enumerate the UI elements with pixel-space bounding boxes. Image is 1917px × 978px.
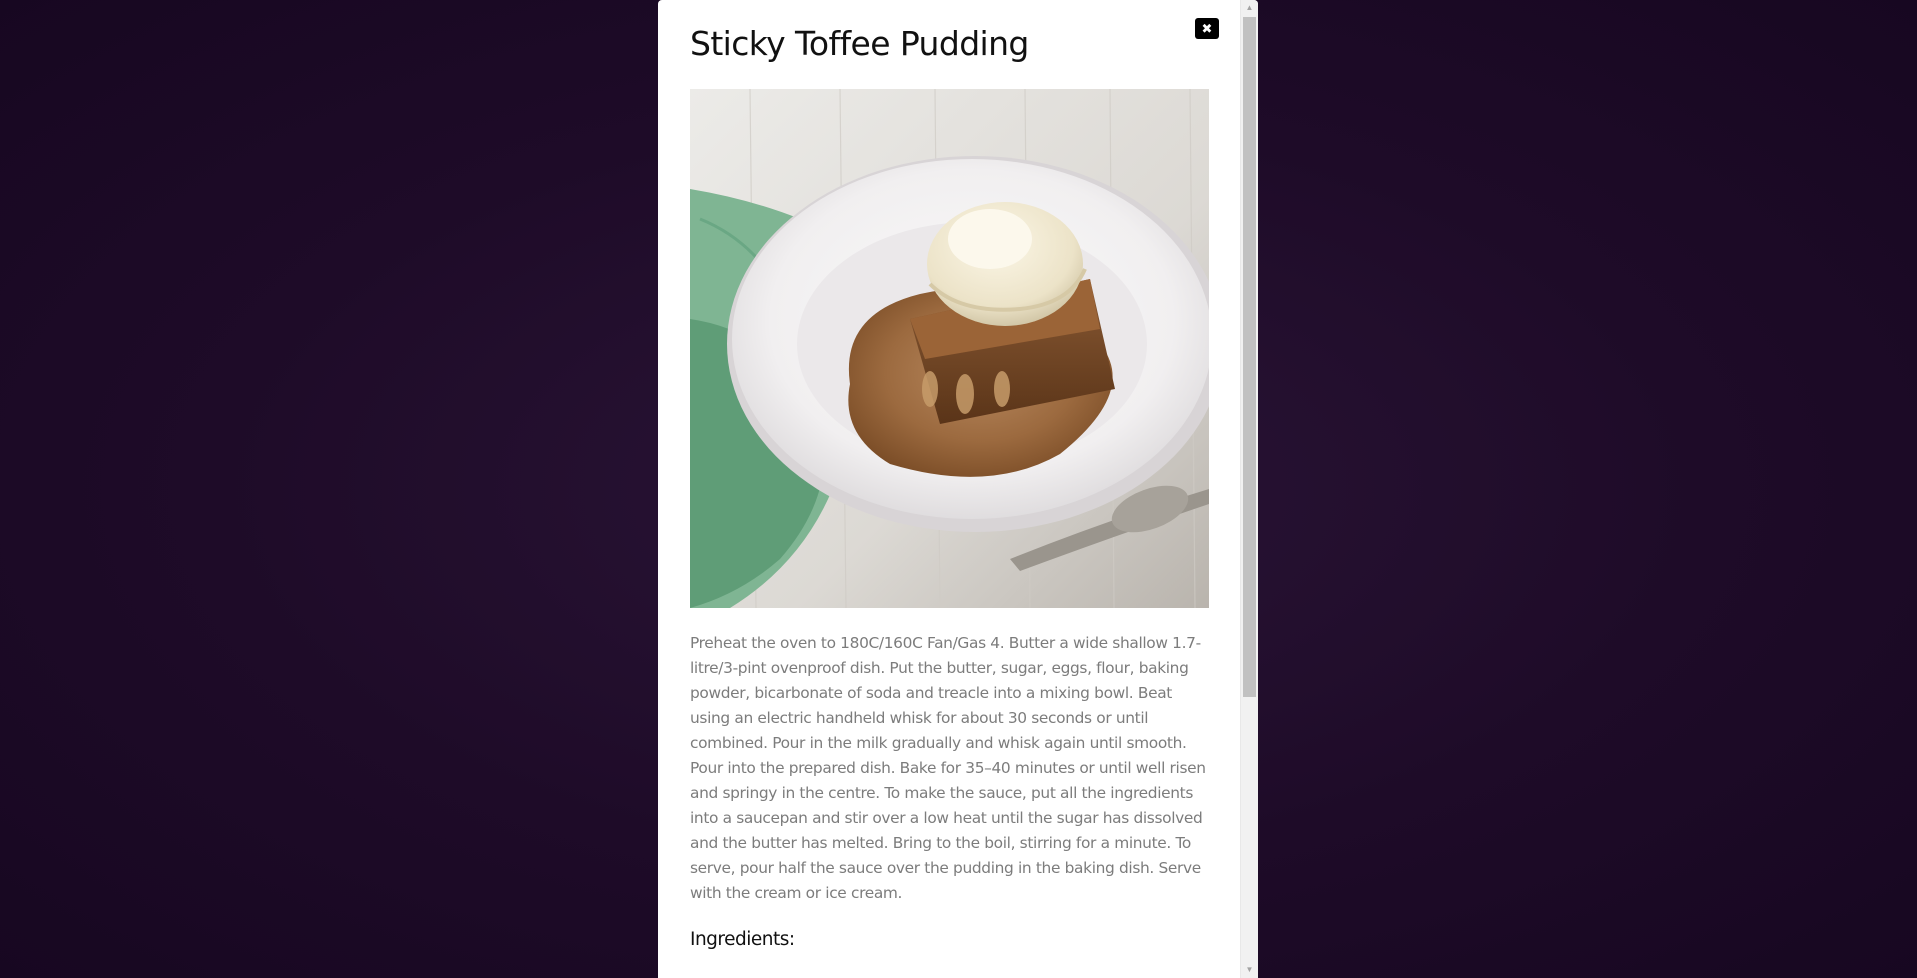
modal-content: Sticky Toffee Pudding ✖ Preheat the oven… [658,0,1240,978]
close-icon[interactable]: ✖ [1202,21,1213,36]
recipe-modal: Sticky Toffee Pudding ✖ Preheat the oven… [658,0,1258,978]
close-button[interactable]: ✖ [1195,18,1219,39]
recipe-title: Sticky Toffee Pudding [690,24,1029,63]
recipe-image [690,89,1209,608]
scroll-up-arrow-icon[interactable]: ▲ [1241,0,1258,16]
modal-scrollbar[interactable]: ▲ ▼ [1240,0,1258,978]
scroll-down-arrow-icon[interactable]: ▼ [1241,962,1258,978]
recipe-instructions: Preheat the oven to 180C/160C Fan/Gas 4.… [690,634,1206,902]
scrollbar-thumb[interactable] [1243,17,1256,697]
ingredients-heading: Ingredients: [690,929,795,950]
